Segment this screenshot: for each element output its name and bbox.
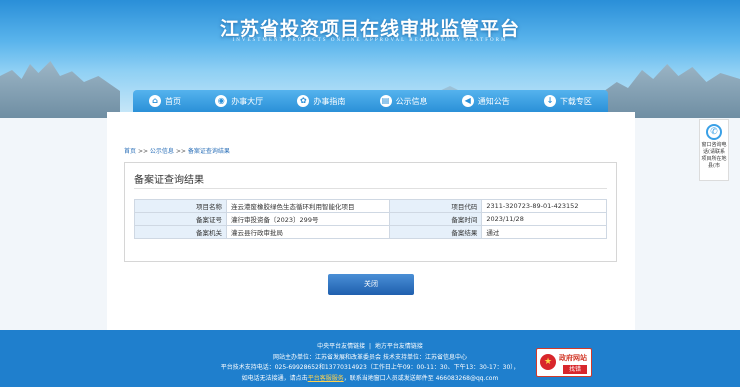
label-record-time: 备案时间	[389, 212, 483, 226]
footer-support-phone: 平台技术支持电话：025-69928652和13770314923（工作日上午0…	[220, 364, 520, 371]
footer-divider: |	[368, 343, 372, 350]
main-nav: ⌂ 首页 ◉ 办事大厅 ✿ 办事指南 ▤ 公示信息 ◀ 通知公告 ↓ 下载专区	[133, 90, 608, 112]
nav-item-announcement[interactable]: ◀ 通知公告	[461, 95, 510, 107]
nav-item-download[interactable]: ↓ 下载专区	[543, 95, 592, 107]
nav-label: 通知公告	[477, 96, 510, 106]
customer-service-link[interactable]: 平台客服服务	[308, 375, 344, 382]
result-panel: 备案证查询结果 项目名称 连云港废橡胶绿色生态循环利用智能化项目 项目代码 23…	[124, 162, 617, 262]
badge-subtitle: 找错	[563, 365, 587, 374]
value-project-code: 2311-320723-89-01-423152	[481, 199, 607, 213]
label-record-authority: 备案机关	[134, 225, 227, 239]
nav-label: 公示信息	[395, 96, 428, 106]
national-emblem-icon: ★	[540, 354, 556, 370]
close-button[interactable]: 关闭	[328, 274, 414, 295]
label-project-name: 项目名称	[134, 199, 227, 213]
nav-item-hall[interactable]: ◉ 办事大厅	[215, 95, 263, 107]
notice-icon: ▤	[379, 95, 392, 107]
table-row: 备案证号 灌行审投资备〔2023〕299号 备案时间 2023/11/28	[134, 212, 607, 226]
nav-label: 办事大厅	[231, 96, 264, 106]
breadcrumb-current[interactable]: 备案证查询结果	[188, 148, 230, 155]
hall-icon: ◉	[215, 95, 228, 107]
nav-label: 下载专区	[559, 96, 592, 106]
contact-widget-text: 窗口咨询电话(请联系项目所在地县(市	[701, 142, 727, 169]
label-record-number: 备案证号	[134, 212, 227, 226]
download-icon: ↓	[543, 95, 556, 107]
panel-title: 备案证查询结果	[134, 175, 204, 186]
skyline-right	[600, 64, 740, 118]
footer: 中央平台友情链接 | 地方平台友情链接 网站主办单位：江苏省发展和改革委员会 技…	[0, 330, 740, 387]
panel-divider	[134, 188, 607, 189]
footer-sponsor: 网站主办单位：江苏省发展和改革委员会 技术支持单位：江苏省信息中心	[273, 354, 467, 361]
home-icon: ⌂	[149, 95, 161, 107]
contact-widget[interactable]: ✆ 窗口咨询电话(请联系项目所在地县(市	[699, 119, 729, 181]
footer-contact-suffix: ，联系当地窗口人员或发送邮件至 466083268@qq.com	[343, 375, 499, 382]
result-table: 项目名称 连云港废橡胶绿色生态循环利用智能化项目 项目代码 2311-32072…	[134, 199, 607, 239]
site-title: 江苏省投资项目在线审批监管平台	[219, 18, 520, 40]
badge-title: 政府网站	[559, 354, 587, 362]
gov-website-error-badge[interactable]: ★ 政府网站 找错	[536, 348, 592, 377]
announcement-icon: ◀	[461, 95, 474, 107]
breadcrumb: 首页 >> 公示信息 >> 备案证查询结果	[124, 146, 230, 155]
nav-item-home[interactable]: ⌂ 首页	[149, 95, 181, 107]
site-subtitle: INVESTMENT PROJECTS ONLINE APPROVAL REGU…	[232, 38, 508, 43]
footer-links: 中央平台友情链接 | 地方平台友情链接	[0, 341, 740, 350]
footer-contact-prefix: 如电话无法接通，请点击	[241, 375, 308, 382]
nav-item-notice[interactable]: ▤ 公示信息	[379, 95, 428, 107]
table-row: 项目名称 连云港废橡胶绿色生态循环利用智能化项目 项目代码 2311-32072…	[134, 199, 607, 213]
breadcrumb-section[interactable]: 公示信息	[150, 148, 174, 155]
phone-icon: ✆	[706, 124, 722, 140]
value-project-name: 连云港废橡胶绿色生态循环利用智能化项目	[225, 199, 391, 213]
skyline-left	[0, 61, 120, 118]
label-project-code: 项目代码	[389, 199, 483, 213]
main-content: 首页 >> 公示信息 >> 备案证查询结果 备案证查询结果 项目名称 连云港废橡…	[107, 112, 635, 330]
label-record-result: 备案结果	[389, 225, 483, 239]
nav-label: 首页	[165, 96, 181, 106]
guide-icon: ✿	[297, 95, 310, 107]
breadcrumb-home[interactable]: 首页	[124, 148, 136, 155]
table-row: 备案机关 灌云县行政审批局 备案结果 通过	[134, 225, 607, 239]
footer-contact: 如电话无法接通，请点击平台客服服务，联系当地窗口人员或发送邮件至 4660832…	[0, 373, 740, 382]
nav-label: 办事指南	[313, 96, 346, 106]
nav-item-guide[interactable]: ✿ 办事指南	[297, 95, 345, 107]
breadcrumb-separator: >>	[137, 148, 148, 155]
value-record-time: 2023/11/28	[481, 212, 607, 226]
breadcrumb-separator: >>	[175, 148, 186, 155]
local-links[interactable]: 地方平台友情链接	[375, 343, 423, 350]
value-record-result: 通过	[481, 225, 607, 239]
value-record-number: 灌行审投资备〔2023〕299号	[225, 212, 391, 226]
value-record-authority: 灌云县行政审批局	[225, 225, 391, 239]
central-links[interactable]: 中央平台友情链接	[317, 343, 365, 350]
